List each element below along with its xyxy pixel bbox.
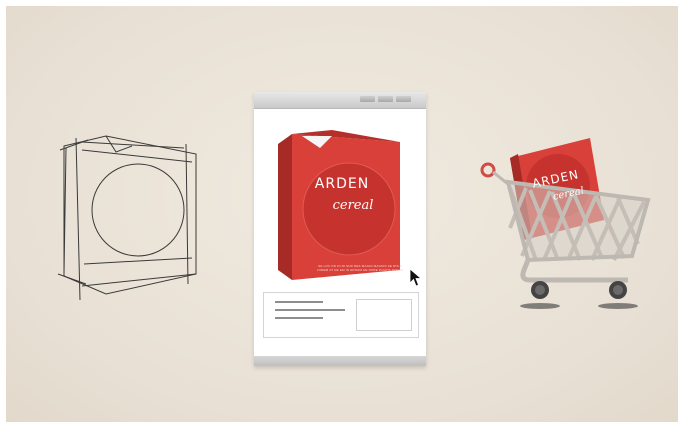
window-footer — [254, 356, 426, 366]
description-thumbnail — [356, 299, 412, 331]
window-titlebar — [254, 92, 426, 109]
scene: ARDEN cereal SE LOC DD IN IR SUR RES MAG… — [6, 6, 678, 422]
box-sketch-icon — [57, 135, 197, 301]
product-window: ARDEN cereal SE LOC DD IN IR SUR RES MAG… — [254, 92, 426, 366]
product-description-box — [263, 292, 419, 338]
close-button[interactable] — [396, 96, 411, 102]
description-line — [275, 309, 345, 311]
description-line — [275, 317, 323, 319]
maximize-button[interactable] — [378, 96, 393, 102]
box-fine-print: SE LOC DD IN IR SUR RES MAGNI MAGNIS SE … — [316, 264, 404, 272]
shopping-cart-icon — [480, 138, 651, 309]
mouse-cursor-icon — [409, 268, 423, 287]
description-line — [275, 301, 323, 303]
box-brand-label: ARDEN — [314, 176, 370, 192]
box-subtitle-label: cereal — [332, 198, 374, 213]
minimize-button[interactable] — [360, 96, 375, 102]
